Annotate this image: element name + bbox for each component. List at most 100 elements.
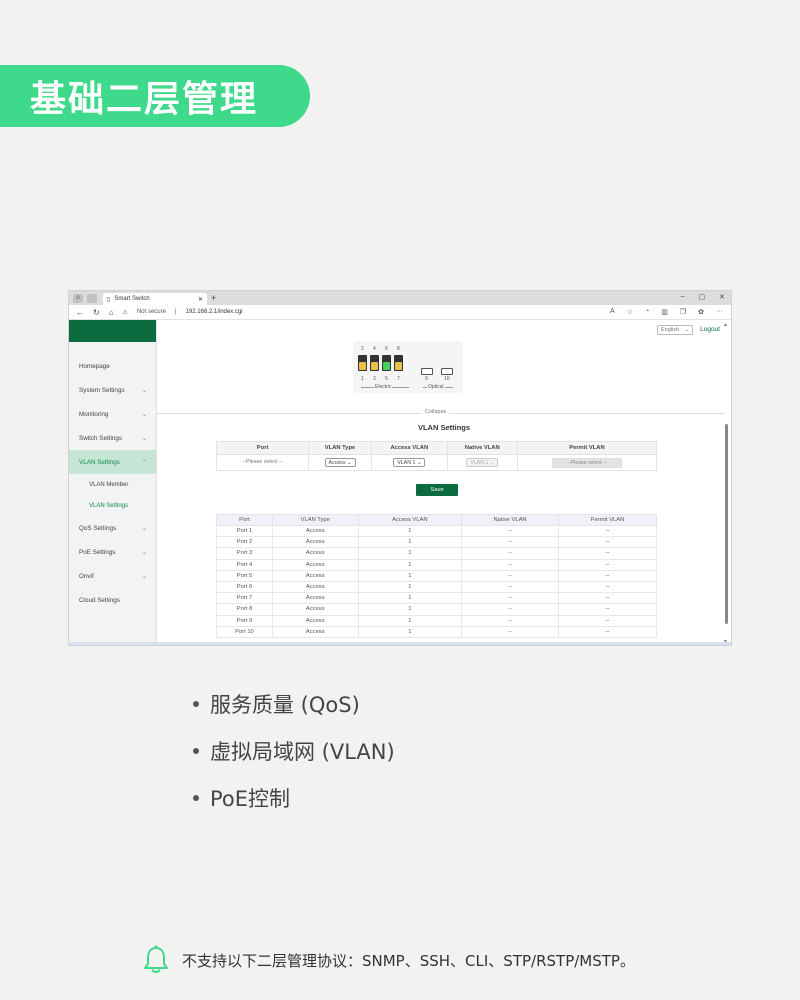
tab-title: Smart Switch <box>114 296 150 302</box>
chevron-down-icon: ⌄ <box>684 327 689 333</box>
minimize-button[interactable]: – <box>681 293 685 301</box>
sidebar: Homepage System Settings ⌄ Monitoring ⌄ … <box>69 320 157 645</box>
note-text: 不支持以下二层管理协议：SNMP、SSH、CLI、STP/RSTP/MSTP。 <box>182 951 635 970</box>
close-tab-icon[interactable]: ✕ <box>198 296 203 303</box>
sidebar-item-monitoring[interactable]: Monitoring ⌄ <box>69 402 156 426</box>
chevron-down-icon: ⌄ <box>141 411 147 418</box>
url-field[interactable]: 192.168.2.1/index.cgi <box>186 309 243 315</box>
sidebar-item-cloud-settings[interactable]: Cloud Settings <box>69 588 156 612</box>
sidebar-item-switch-settings[interactable]: Switch Settings ⌄ <box>69 426 156 450</box>
table-cell: Access <box>271 558 359 571</box>
table-cell: -- <box>558 625 657 638</box>
sidebar-item-label: Homepage <box>79 362 110 370</box>
access-vlan-select[interactable]: VLAN 1 ⌄ <box>393 458 426 467</box>
scrollbar[interactable]: ▲ ▼ <box>723 320 729 645</box>
banner: 基础二层管理 <box>0 65 310 127</box>
column-header: Native VLAN <box>446 441 518 455</box>
table-cell: -- <box>461 625 560 638</box>
column-header: Access VLAN <box>357 514 463 526</box>
warning-icon[interactable]: ⚠ <box>123 309 128 316</box>
bullet-dot <box>193 747 199 754</box>
security-label[interactable]: Not secure <box>137 309 166 315</box>
vlan-type-select[interactable]: Access ⌄ <box>324 458 356 467</box>
new-tab-button[interactable]: + <box>211 293 216 303</box>
table-cell: Access <box>271 569 359 582</box>
list-item-text: 虚拟局域网 (VLAN) <box>210 739 395 764</box>
chevron-down-icon: ⌄ <box>141 387 147 394</box>
rj45-port-3[interactable] <box>382 355 391 371</box>
browser-tab[interactable]: ▯ Smart Switch ✕ <box>103 293 207 305</box>
sidebar-subitem-vlan-settings[interactable]: VLAN Settings <box>69 495 156 516</box>
workspaces-icon[interactable] <box>87 293 97 303</box>
column-header: Permit VLAN <box>516 441 658 455</box>
table-cell: Access <box>271 592 359 605</box>
list-item: PoE控制 <box>193 774 395 821</box>
column-header: VLAN Type <box>271 514 359 526</box>
chevron-up-icon: ⌃ <box>141 459 147 466</box>
maximize-button[interactable]: ▢ <box>699 293 706 301</box>
vlan-type-value: Access <box>328 460 346 466</box>
sidebar-item-homepage[interactable]: Homepage <box>69 354 156 378</box>
sidebar-item-system-settings[interactable]: System Settings ⌄ <box>69 378 156 402</box>
column-header: Native VLAN <box>461 514 560 526</box>
table-cell: Port 2 <box>216 536 273 549</box>
table-cell: -- <box>461 558 560 571</box>
save-button[interactable]: Save <box>416 484 458 496</box>
table-cell: Access <box>271 603 359 616</box>
home-icon[interactable]: ⌂ <box>109 308 114 317</box>
table-cell: Port 9 <box>216 614 273 627</box>
close-window-button[interactable]: ✕ <box>719 293 725 301</box>
permit-vlan-select[interactable]: --Please select -- <box>551 457 622 468</box>
table-cell: -- <box>558 580 657 594</box>
port-number: 7 <box>397 376 400 382</box>
table-row: Port 3 Access 1 -- -- <box>216 547 657 560</box>
sidebar-item-poe-settings[interactable]: PoE Settings ⌄ <box>69 540 156 564</box>
port-number: 5 <box>385 376 388 382</box>
sidebar-subitem-vlan-member[interactable]: VLAN Member <box>69 474 156 495</box>
profile-icon[interactable]: ☺ <box>73 293 83 303</box>
favorite-star-icon[interactable]: ☆ <box>627 308 633 316</box>
scroll-up-icon[interactable]: ▲ <box>723 322 728 328</box>
sidebar-item-onvif[interactable]: Onvif ⌄ <box>69 564 156 588</box>
main-content: English ⌄ Logout 2 4 6 8 1 3 5 7 9 10 El… <box>157 320 731 645</box>
table-cell: 1 <box>357 603 463 616</box>
sfp-port-9[interactable] <box>421 368 433 375</box>
copilot-icon[interactable]: ✿ <box>698 308 704 316</box>
logout-link[interactable]: Logout <box>700 326 720 333</box>
table-cell: 1 <box>357 625 463 638</box>
table-cell: -- <box>461 580 560 594</box>
native-vlan-select[interactable]: VLAN 1 ⌄ <box>466 458 499 467</box>
scrollbar-thumb[interactable] <box>725 424 728 624</box>
collapse-toggle[interactable]: Collapse <box>422 409 450 415</box>
back-icon[interactable]: ← <box>76 308 84 317</box>
table-row: Port 7 Access 1 -- -- <box>216 592 657 605</box>
language-select[interactable]: English ⌄ <box>657 325 693 335</box>
rj45-port-2[interactable] <box>370 355 379 371</box>
port-panel: 2 4 6 8 1 3 5 7 9 10 Electric Optical <box>353 341 463 393</box>
tab-bar: ☺ ▯ Smart Switch ✕ + – ▢ ✕ <box>69 291 731 305</box>
sfp-port-10[interactable] <box>441 368 453 375</box>
port-number: 6 <box>385 346 388 352</box>
sidebar-subitem-label: VLAN Settings <box>89 502 129 509</box>
more-menu-icon[interactable]: ··· <box>716 308 723 316</box>
table-cell: -- <box>461 603 560 616</box>
read-aloud-icon[interactable]: A <box>610 308 615 316</box>
table-row: Port 1 Access 1 -- -- <box>216 524 657 538</box>
rj45-port-1[interactable] <box>358 355 367 371</box>
sidebar-item-vlan-settings[interactable]: VLAN Settings ⌃ <box>69 450 156 474</box>
list-item: 服务质量 (QoS) <box>193 680 395 727</box>
sidebar-item-label: PoE Settings <box>79 548 116 556</box>
table-cell: 1 <box>357 547 463 560</box>
sidebar-item-qos-settings[interactable]: QoS Settings ⌄ <box>69 516 156 540</box>
optical-label: Optical <box>427 384 445 390</box>
collections-icon[interactable]: ❐ <box>680 308 686 316</box>
table-cell: -- <box>461 592 560 605</box>
extensions-icon[interactable]: ◔ <box>645 308 649 316</box>
port-select[interactable]: --Please select -- <box>240 458 286 467</box>
column-header: Port <box>215 441 310 455</box>
table-cell: Port 7 <box>216 592 273 605</box>
refresh-icon[interactable]: ↻ <box>93 308 100 317</box>
split-screen-icon[interactable]: ▥ <box>661 308 668 316</box>
table-cell: Port 8 <box>216 603 273 616</box>
rj45-port-4[interactable] <box>394 355 403 371</box>
